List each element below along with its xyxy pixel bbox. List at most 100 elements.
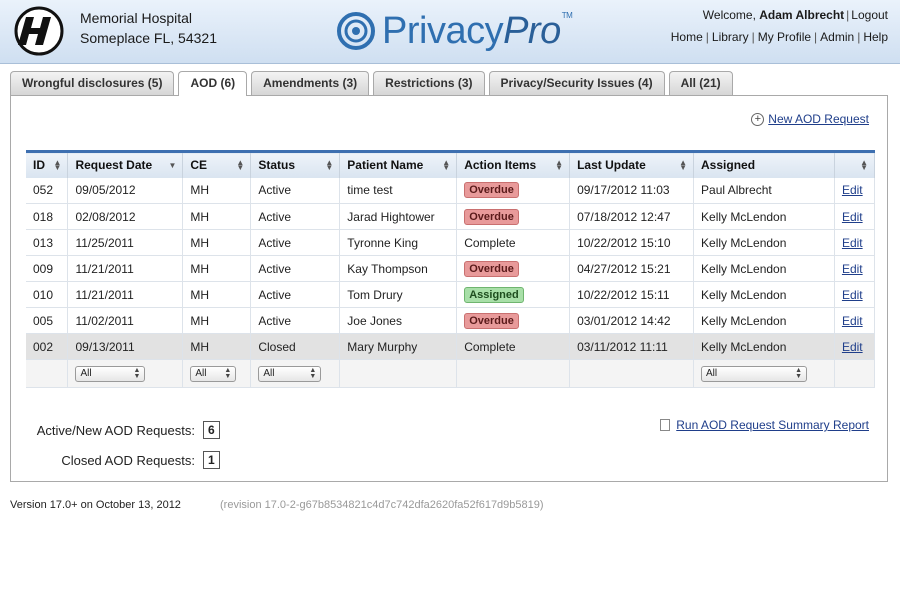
brand-part1: Privacy [382, 10, 504, 52]
cell-last-update: 09/17/2012 11:03 [569, 177, 695, 204]
edit-link[interactable]: Edit [842, 210, 863, 224]
cell-status: Active [250, 281, 341, 308]
table-row[interactable]: 018 02/08/2012 MH Active Jarad Hightower… [26, 203, 876, 230]
cell-request-date: 11/21/2011 [67, 281, 184, 308]
col-header-patient-name[interactable]: Patient Name ▲ ▼ [339, 150, 458, 178]
closed-count-label: Closed AOD Requests: [61, 452, 195, 468]
col-header-id[interactable]: ID ▲ ▼ [26, 150, 69, 178]
table-row[interactable]: 052 09/05/2012 MH Active time test Overd… [26, 177, 876, 204]
cell-last-update: 07/18/2012 12:47 [569, 203, 695, 230]
sort-icon: ▲ ▼ [236, 158, 245, 172]
new-aod-request-link[interactable]: New AOD Request [768, 112, 869, 126]
nav-help[interactable]: Help [863, 30, 888, 44]
tab-bar: Wrongful disclosures (5) AOD (6) Amendme… [10, 71, 737, 96]
edit-link[interactable]: Edit [842, 288, 863, 302]
hospital-logo-icon [14, 6, 64, 56]
cell-patient-name: Kay Thompson [339, 255, 458, 282]
col-header-last-update[interactable]: Last Update ▲ ▼ [569, 150, 695, 178]
nav-my-profile[interactable]: My Profile [758, 30, 811, 44]
status-filter-select[interactable]: All ▲ ▼ [258, 366, 322, 382]
logout-link[interactable]: Logout [851, 8, 888, 22]
cell-id: 010 [26, 281, 69, 308]
table-row[interactable]: 009 11/21/2011 MH Active Kay Thompson Ov… [26, 255, 876, 282]
hospital-location: Someplace FL, 54321 [80, 30, 217, 46]
new-aod-request[interactable]: + New AOD Request [751, 112, 869, 126]
table-row[interactable]: 010 11/21/2011 MH Active Tom Drury Assig… [26, 281, 876, 308]
cell-request-date: 02/08/2012 [67, 203, 184, 230]
revision-text: (revision 17.0-2-g67b8534821c4d7c742dfa2… [220, 499, 544, 511]
edit-link[interactable]: Edit [842, 314, 863, 328]
cell-assigned: Kelly McLendon [693, 281, 835, 308]
assigned-filter-select[interactable]: All ▲ ▼ [701, 366, 808, 382]
edit-link[interactable]: Edit [842, 340, 863, 354]
table-row[interactable]: 002 09/13/2011 MH Closed Mary Murphy Com… [26, 333, 876, 360]
summary-report[interactable]: Run AOD Request Summary Report [660, 418, 869, 432]
edit-link[interactable]: Edit [842, 236, 863, 250]
sort-icon: ▲ ▼ [679, 158, 688, 172]
cell-id: 009 [26, 255, 69, 282]
filter-cell-ce: All ▲ ▼ [182, 359, 252, 388]
tab-restrictions[interactable]: Restrictions (3) [373, 71, 485, 95]
col-header-action-items[interactable]: Action Items ▲ ▼ [456, 150, 571, 178]
overdue-badge: Overdue [464, 182, 519, 199]
nav-home[interactable]: Home [671, 30, 703, 44]
tab-aod[interactable]: AOD (6) [178, 71, 248, 96]
welcome-text: Welcome, [702, 8, 756, 22]
assigned-badge: Assigned [464, 286, 524, 303]
cell-edit: Edit [834, 229, 876, 256]
cell-patient-name: Jarad Hightower [339, 203, 458, 230]
sort-icon: ▲ ▼ [53, 158, 62, 172]
cell-action-items: Overdue [456, 307, 571, 334]
filter-cell-empty [569, 359, 695, 388]
user-name: Adam Albrecht [759, 8, 845, 22]
tab-privacy-security-issues[interactable]: Privacy/Security Issues (4) [488, 71, 665, 95]
cell-assigned: Kelly McLendon [693, 203, 835, 230]
cell-last-update: 10/22/2012 15:11 [569, 281, 695, 308]
col-header-ce[interactable]: CE ▲ ▼ [182, 150, 252, 178]
cell-action-items: Complete [456, 229, 571, 256]
tab-amendments[interactable]: Amendments (3) [251, 71, 370, 95]
col-header-status[interactable]: Status ▲ ▼ [250, 150, 341, 178]
hospital-name: Memorial Hospital [80, 10, 193, 26]
col-header-assigned[interactable]: Assigned [693, 150, 835, 178]
cell-status: Active [250, 255, 341, 282]
cell-id: 052 [26, 177, 69, 204]
cell-ce: MH [182, 307, 252, 334]
hospital-info: Memorial Hospital Someplace FL, 54321 [80, 8, 217, 48]
cell-id: 002 [26, 333, 69, 360]
filter-row: All ▲ ▼ All ▲ ▼ All ▲ ▼ All ▲ ▼ [26, 359, 876, 388]
cell-action-items: Assigned [456, 281, 571, 308]
closed-count-row: Closed AOD Requests: 1 [25, 448, 220, 472]
col-header-request-date[interactable]: Request Date ▼ [67, 150, 184, 178]
nav-library[interactable]: Library [712, 30, 749, 44]
table-header-row: ID ▲ ▼ Request Date ▼ CE ▲ ▼ Status ▲ ▼ Patient… [26, 150, 876, 178]
request-counts: Active/New AOD Requests: 6 Closed AOD Re… [25, 418, 220, 478]
cell-ce: MH [182, 177, 252, 204]
filter-cell-empty [456, 359, 571, 388]
summary-report-link[interactable]: Run AOD Request Summary Report [676, 418, 869, 432]
table-row[interactable]: 013 11/25/2011 MH Active Tyronne King Co… [26, 229, 876, 256]
cell-id: 018 [26, 203, 69, 230]
table-row[interactable]: 005 11/02/2011 MH Active Joe Jones Overd… [26, 307, 876, 334]
cell-status: Active [250, 229, 341, 256]
ce-filter-select[interactable]: All ▲ ▼ [190, 366, 237, 382]
dropdown-arrow-icon: ▲ ▼ [309, 367, 317, 380]
edit-link[interactable]: Edit [842, 183, 863, 197]
col-header-actions[interactable]: ▲ ▼ [834, 150, 876, 178]
cell-action-items: Complete [456, 333, 571, 360]
aod-table: ID ▲ ▼ Request Date ▼ CE ▲ ▼ Status ▲ ▼ Patient… [26, 150, 876, 388]
action-text: Complete [464, 235, 516, 250]
action-text: Complete [464, 339, 516, 354]
cell-assigned: Kelly McLendon [693, 229, 835, 256]
aod-panel: + New AOD Request ID ▲ ▼ Request Date ▼ CE ▲… [10, 95, 888, 482]
cell-status: Active [250, 307, 341, 334]
tab-wrongful-disclosures[interactable]: Wrongful disclosures (5) [10, 71, 175, 95]
brand-tm: TM [561, 11, 573, 20]
cell-assigned: Kelly McLendon [693, 333, 835, 360]
edit-link[interactable]: Edit [842, 262, 863, 276]
cell-edit: Edit [834, 307, 876, 334]
nav-admin[interactable]: Admin [820, 30, 854, 44]
cell-request-date: 09/13/2011 [67, 333, 184, 360]
tab-all[interactable]: All (21) [668, 71, 733, 95]
request-date-filter-select[interactable]: All ▲ ▼ [75, 366, 146, 382]
